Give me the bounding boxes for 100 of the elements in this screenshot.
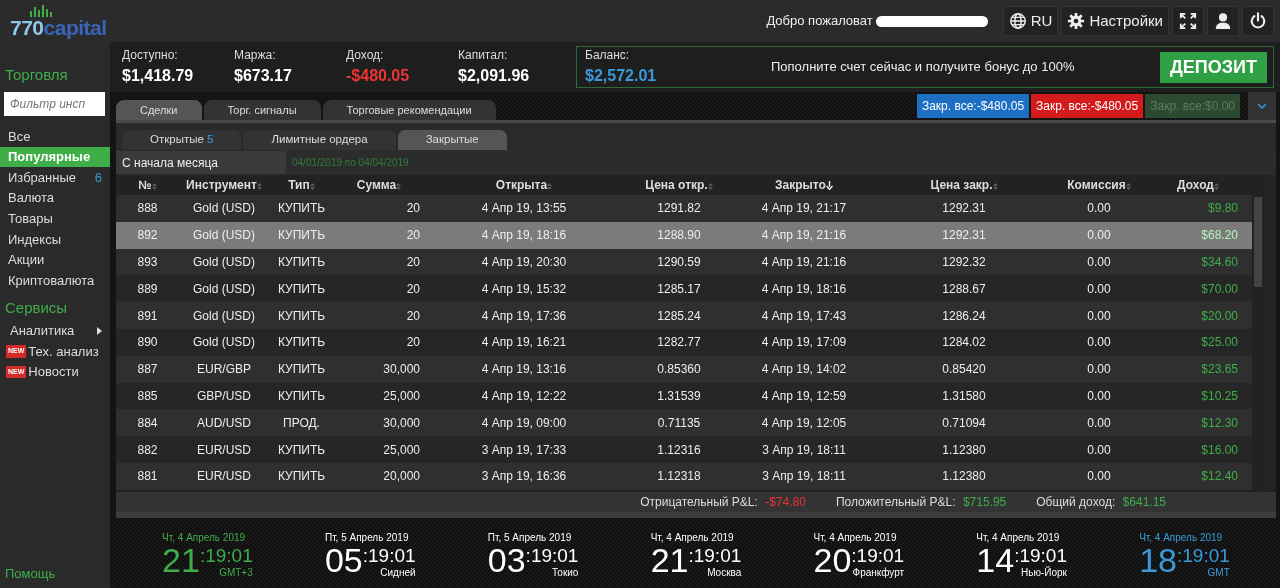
- section-title: Торговля: [4, 65, 69, 85]
- account-label: Доступно:: [122, 47, 179, 64]
- user-icon: [1214, 12, 1232, 30]
- clock-city: Сидней: [380, 565, 416, 580]
- table-cell: 20: [334, 221, 424, 249]
- table-cell: КУПИТЬ: [269, 355, 334, 383]
- tab[interactable]: Сделки: [116, 100, 202, 120]
- table-cell: 4 Апр 19, 14:02: [734, 355, 874, 383]
- sort-down-icon: [825, 181, 833, 191]
- sort-icon: [1125, 182, 1131, 192]
- section-title: Сервисы: [4, 297, 69, 318]
- table-cell: 887: [116, 355, 179, 383]
- table-cell: GBP/USD: [179, 382, 269, 410]
- clock-date: Чт, 4 Апрель 2019: [1139, 532, 1224, 543]
- table-cell: 20: [334, 302, 424, 329]
- close-all-button[interactable]: Закр. все:-$480.05: [1031, 94, 1144, 118]
- income-cell: $12.40: [1144, 462, 1252, 490]
- clock-date: Пт, 5 Апрель 2019: [324, 532, 410, 543]
- table-cell: EUR/USD: [179, 436, 269, 463]
- table-cell: 4 Апр 19, 12:05: [734, 409, 874, 437]
- filter-field[interactable]: Фильтр инсп: [4, 92, 105, 116]
- table-cell: 1.12380: [874, 436, 1054, 463]
- table-cell: 3 Апр 19, 18:11: [734, 462, 874, 490]
- income-cell: $68.20: [1144, 221, 1252, 249]
- account-label: Доход:: [346, 47, 385, 64]
- table-cell: 20: [334, 275, 424, 303]
- table-cell: 0.00: [1054, 248, 1144, 276]
- table-cell: 1288.67: [874, 275, 1054, 303]
- table-cell: 4 Апр 19, 17:43: [734, 302, 874, 329]
- close-all-button[interactable]: Закр. все:-$480.05: [916, 94, 1030, 118]
- table-cell: 1292.32: [874, 248, 1054, 276]
- table-cell: 20,000: [334, 462, 424, 490]
- period-dropdown[interactable]: С начала месяца: [116, 151, 286, 174]
- table-cell: 1291.82: [624, 195, 734, 222]
- subtab[interactable]: Закрытые: [397, 130, 507, 150]
- table-cell: 4 Апр 19, 20:30: [424, 248, 624, 276]
- sidebar-item[interactable]: Индексы: [0, 228, 110, 250]
- account-value: -$480.05: [346, 66, 411, 86]
- income-cell: $12.30: [1144, 409, 1252, 437]
- income-cell: $16.00: [1144, 436, 1252, 463]
- chevron-down-icon: [1258, 104, 1266, 110]
- table-cell: 1292.31: [874, 195, 1054, 222]
- sidebar-item[interactable]: Товары: [0, 208, 110, 229]
- table-cell: 0.00: [1054, 195, 1144, 222]
- sidebar-item[interactable]: Валюта: [0, 187, 110, 209]
- table-cell: AUD/USD: [179, 409, 269, 437]
- table-cell: КУПИТЬ: [269, 382, 334, 410]
- clock-city: Москва: [707, 565, 742, 580]
- sidebar-row[interactable]: Избранные 6: [0, 167, 110, 188]
- sidebar-item[interactable]: Криптовалюта: [0, 270, 110, 291]
- table-cell: 4 Апр 19, 17:36: [424, 302, 624, 329]
- table-cell: 0.00: [1054, 436, 1144, 463]
- table-cell: 0.00: [1054, 329, 1144, 356]
- subtab[interactable]: Открытые 5: [122, 130, 242, 150]
- sidebar-item[interactable]: Все: [0, 126, 110, 147]
- table-cell: EUR/USD: [179, 462, 269, 490]
- table-cell: 25,000: [334, 436, 424, 463]
- account-label: Маржа:: [234, 47, 277, 64]
- clock-time: :19:01: [1014, 545, 1067, 565]
- subtab[interactable]: Лимитные ордера: [243, 130, 396, 150]
- clock-time: :19:01: [362, 545, 416, 565]
- table-cell: 30,000: [334, 355, 424, 383]
- table-cell: 889: [116, 275, 179, 303]
- table-cell: 4 Апр 19, 16:21: [424, 329, 624, 356]
- summary-label: Положительный P&L:: [835, 494, 956, 509]
- table-cell: 4 Апр 19, 21:17: [734, 195, 874, 222]
- item-label[interactable]: Избранные: [8, 167, 76, 188]
- table-cell: ПРОД.: [269, 409, 334, 437]
- sidebar-item[interactable]: Аналитика: [0, 320, 110, 342]
- income-cell: $70.00: [1144, 275, 1252, 303]
- table-cell: 890: [116, 329, 179, 356]
- settings-button[interactable]: Настройки: [1061, 6, 1169, 36]
- table-cell: Gold (USD): [179, 248, 269, 276]
- user-button[interactable]: [1207, 6, 1239, 36]
- table-cell: Gold (USD): [179, 329, 269, 356]
- table-cell: 0.00: [1054, 409, 1144, 437]
- clock-time: :19:01: [525, 545, 579, 565]
- table-cell: 3 Апр 19, 18:11: [734, 436, 874, 463]
- table-cell: 4 Апр 19, 18:16: [424, 221, 624, 249]
- sort-icon: [547, 182, 553, 192]
- tab[interactable]: Торговые рекомендации: [322, 100, 496, 120]
- clock-time: :19:01: [688, 545, 742, 565]
- tab[interactable]: Торг. сигналы: [203, 100, 321, 120]
- power-button[interactable]: [1242, 6, 1274, 36]
- table-cell: 0.71135: [624, 409, 734, 437]
- help-link[interactable]: Помощь: [0, 564, 110, 588]
- table-cell: 20: [334, 329, 424, 356]
- clock-time: :19:01: [199, 545, 253, 565]
- table-cell: 0.00: [1054, 462, 1144, 490]
- fullscreen-button[interactable]: [1172, 6, 1204, 36]
- table-cell: 891: [116, 302, 179, 329]
- table-cell: 3 Апр 19, 16:36: [424, 462, 624, 490]
- account-value: $2,091.96: [458, 66, 531, 86]
- table-cell: 0.85420: [874, 355, 1054, 383]
- table-cell: 0.00: [1054, 221, 1144, 249]
- language-button[interactable]: RU: [1002, 6, 1059, 36]
- sidebar-item[interactable]: Акции: [0, 249, 110, 271]
- table-cell: 888: [116, 195, 179, 222]
- sort-icon: [151, 182, 157, 192]
- account-label: Капитал:: [458, 47, 509, 64]
